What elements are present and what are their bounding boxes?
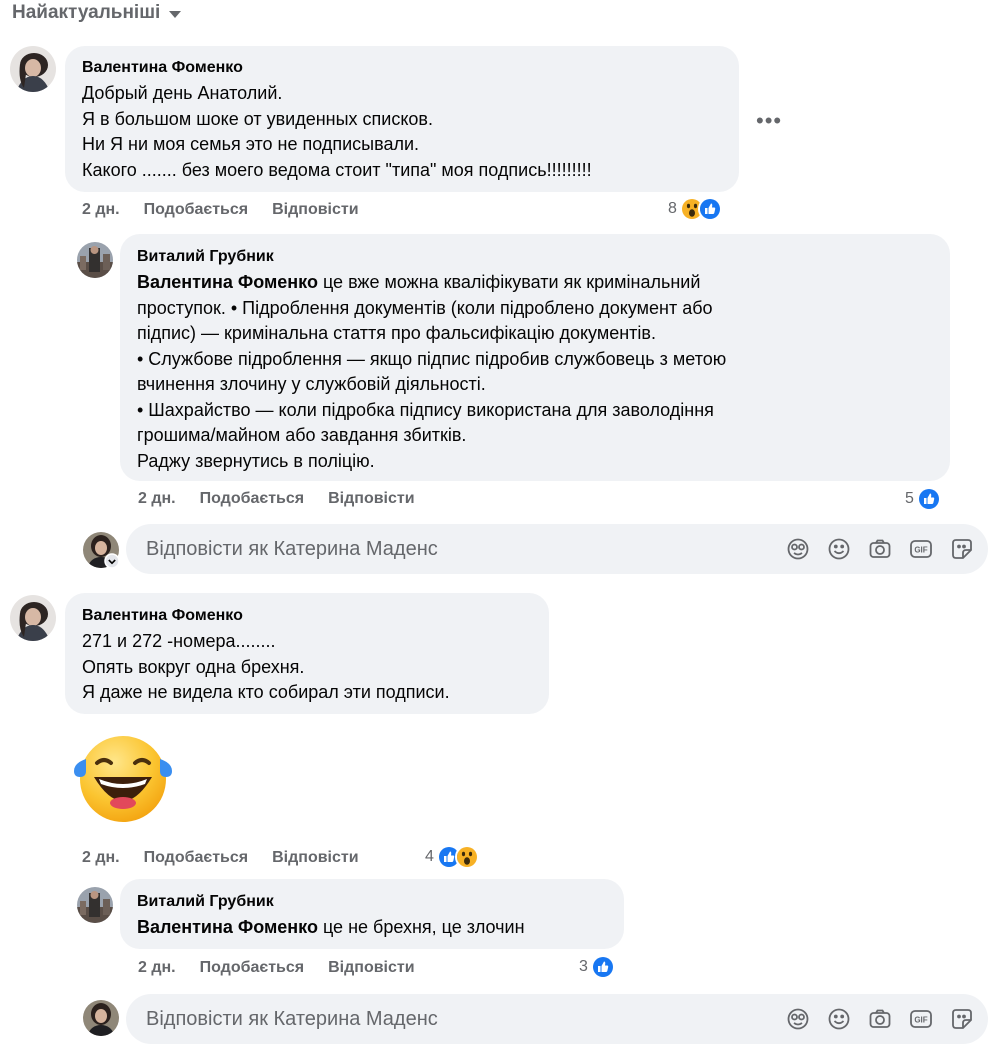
reply-actions: 2 дн. Подобається Відповісти (138, 490, 439, 508)
reply-bubble: Виталий Грубник Валентина Фоменко це не … (120, 879, 624, 949)
reply-text: Валентина Фоменко це не брехня, це злочи… (137, 915, 607, 941)
reply-author[interactable]: Виталий Грубник (137, 892, 607, 912)
like-action[interactable]: Подобається (144, 849, 249, 867)
reply-action[interactable]: Відповісти (272, 201, 358, 219)
camera-icon[interactable] (868, 537, 892, 561)
comment-actions: 2 дн. Подобається Відповісти (82, 201, 383, 219)
current-user-avatar[interactable] (83, 532, 120, 569)
reaction-count: 5 (905, 490, 914, 507)
avatar[interactable] (10, 595, 56, 641)
comment-author[interactable]: Валентина Фоменко (82, 606, 532, 626)
svg-text:GIF: GIF (914, 1016, 927, 1025)
avatar-sticker-icon[interactable] (786, 1007, 810, 1031)
avatar[interactable] (77, 242, 113, 278)
reply-composer: GIF (126, 994, 988, 1044)
comment-text: Добрый день Анатолий. Я в большом шоке о… (82, 83, 592, 180)
avatar-sticker-icon[interactable] (786, 537, 810, 561)
comment-time[interactable]: 2 дн. (82, 201, 120, 219)
reaction-summary[interactable]: 5 (905, 487, 941, 511)
reply-input[interactable] (144, 536, 768, 562)
reaction-summary[interactable]: 8 (668, 197, 722, 221)
reaction-count: 4 (425, 848, 434, 865)
like-icon (916, 487, 941, 511)
sort-label: Найактуальніші (12, 2, 161, 23)
composer-tools: GIF (786, 537, 974, 561)
reply-action[interactable]: Відповісти (328, 959, 414, 977)
gif-icon[interactable]: GIF (909, 537, 933, 561)
reaction-count: 8 (668, 200, 677, 217)
like-action[interactable]: Подобається (200, 490, 305, 508)
like-icon (590, 955, 615, 979)
like-action[interactable]: Подобається (144, 201, 249, 219)
emoji-icon[interactable] (827, 537, 851, 561)
reply-text: Валентина Фоменко це вже можна кваліфіку… (137, 270, 933, 474)
sticker-icon[interactable] (950, 537, 974, 561)
composer-tools: GIF (786, 1007, 974, 1031)
reply-action[interactable]: Відповісти (328, 490, 414, 508)
current-user-avatar[interactable] (83, 1000, 119, 1036)
reply-actions: 2 дн. Подобається Відповісти (138, 959, 439, 977)
mention-link[interactable]: Валентина Фоменко (137, 272, 318, 292)
avatar[interactable] (77, 887, 113, 923)
camera-icon[interactable] (868, 1007, 892, 1031)
reaction-summary[interactable]: 3 (579, 955, 615, 979)
comment-time[interactable]: 2 дн. (82, 849, 120, 867)
comment-text: 271 и 272 -номера........ Опять вокруг о… (82, 631, 450, 702)
reply-author[interactable]: Виталий Грубник (137, 247, 933, 267)
caret-down-icon (169, 11, 182, 18)
sort-dropdown[interactable]: Найактуальніші (12, 2, 182, 24)
comment-author[interactable]: Валентина Фоменко (82, 58, 722, 78)
svg-text:GIF: GIF (914, 546, 927, 555)
reply-bubble: Виталий Грубник Валентина Фоменко це вже… (120, 234, 950, 481)
laughing-emoji-sticker (72, 733, 174, 831)
emoji-icon[interactable] (827, 1007, 851, 1031)
avatar[interactable] (10, 46, 56, 92)
reply-composer: GIF (126, 524, 988, 574)
sticker-icon[interactable] (950, 1007, 974, 1031)
wow-icon (454, 845, 479, 869)
gif-icon[interactable]: GIF (909, 1007, 933, 1031)
reaction-summary[interactable]: 4 (425, 845, 479, 869)
reply-time[interactable]: 2 дн. (138, 490, 176, 508)
reaction-count: 3 (579, 958, 588, 975)
reply-action[interactable]: Відповісти (272, 849, 358, 867)
comment-bubble: Валентина Фоменко Добрый день Анатолий. … (65, 46, 739, 192)
comment-actions: 2 дн. Подобається Відповісти (82, 849, 383, 867)
like-icon (697, 197, 722, 221)
comment-bubble: Валентина Фоменко 271 и 272 -номера.....… (65, 593, 549, 714)
reply-time[interactable]: 2 дн. (138, 959, 176, 977)
reply-input[interactable] (144, 1006, 768, 1032)
reply-body: це не брехня, це злочин (317, 917, 525, 937)
like-action[interactable]: Подобається (200, 959, 305, 977)
mention-link[interactable]: Валентина Фоменко (137, 917, 318, 937)
more-options-icon[interactable]: ••• (756, 108, 782, 134)
reply-body: це вже можна кваліфікувати як кримінальн… (137, 272, 727, 471)
